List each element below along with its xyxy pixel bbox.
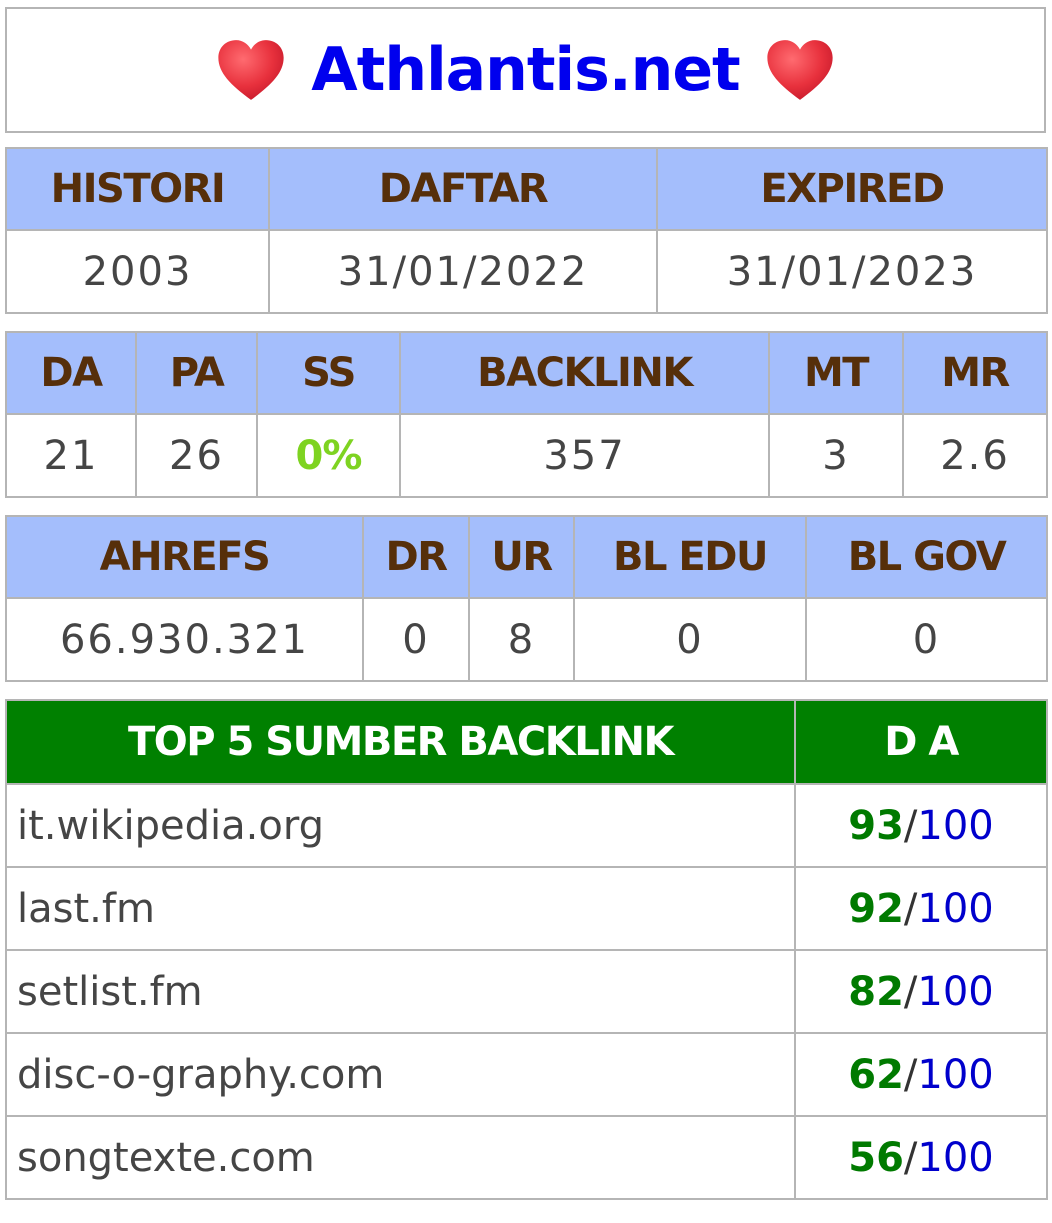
da-score: 92 bbox=[848, 885, 904, 932]
backlink-da: 56/100 bbox=[794, 1115, 1048, 1200]
moz-value-row: 21 26 0% 357 3 2.6 bbox=[5, 413, 1048, 498]
dr-value: 0 bbox=[362, 597, 470, 682]
backlink-header: BACKLINK bbox=[399, 331, 770, 415]
top-backlinks-table: TOP 5 SUMBER BACKLINK D A it.wikipedia.o… bbox=[5, 699, 1048, 1200]
backlink-da: 93/100 bbox=[794, 783, 1048, 868]
daftar-header: DAFTAR bbox=[268, 147, 658, 231]
mt-value: 3 bbox=[768, 413, 904, 498]
moz-metrics-table: DA PA SS BACKLINK MT MR 21 26 0% 357 3 2… bbox=[5, 331, 1048, 498]
backlink-da: 82/100 bbox=[794, 949, 1048, 1034]
da-separator: / bbox=[903, 968, 918, 1015]
domain-info-value-row: 2003 31/01/2022 31/01/2023 bbox=[5, 229, 1048, 314]
ur-value: 8 bbox=[468, 597, 575, 682]
ahrefs-value: 66.930.321 bbox=[5, 597, 364, 682]
mt-header: MT bbox=[768, 331, 904, 415]
da-separator: / bbox=[903, 802, 918, 849]
ss-value: 0% bbox=[256, 413, 401, 498]
table-row: setlist.fm 82/100 bbox=[5, 949, 1048, 1034]
ss-header: SS bbox=[256, 331, 401, 415]
histori-value: 2003 bbox=[5, 229, 270, 314]
da-separator: / bbox=[903, 885, 918, 932]
backlink-domain: songtexte.com bbox=[5, 1115, 796, 1200]
da-max: 100 bbox=[917, 1134, 994, 1181]
da-max: 100 bbox=[917, 802, 994, 849]
bl-gov-value: 0 bbox=[805, 597, 1048, 682]
backlink-domain: disc-o-graphy.com bbox=[5, 1032, 796, 1117]
da-header: DA bbox=[5, 331, 137, 415]
pa-value: 26 bbox=[135, 413, 258, 498]
backlink-value: 357 bbox=[399, 413, 770, 498]
backlink-da: 62/100 bbox=[794, 1032, 1048, 1117]
backlink-domain: last.fm bbox=[5, 866, 796, 951]
mr-header: MR bbox=[902, 331, 1048, 415]
backlink-da: 92/100 bbox=[794, 866, 1048, 951]
domain-info-header-row: HISTORI DAFTAR EXPIRED bbox=[5, 147, 1048, 231]
ahrefs-header-row: AHREFS DR UR BL EDU BL GOV bbox=[5, 515, 1048, 599]
bl-edu-value: 0 bbox=[573, 597, 807, 682]
ahrefs-value-row: 66.930.321 0 8 0 0 bbox=[5, 597, 1048, 682]
table-row: songtexte.com 56/100 bbox=[5, 1115, 1048, 1200]
daftar-value: 31/01/2022 bbox=[268, 229, 658, 314]
ur-header: UR bbox=[468, 515, 575, 599]
da-score: 82 bbox=[848, 968, 904, 1015]
pa-header: PA bbox=[135, 331, 258, 415]
bl-edu-header: BL EDU bbox=[573, 515, 807, 599]
site-title-box: Athlantis.net bbox=[5, 7, 1046, 133]
backlink-domain: setlist.fm bbox=[5, 949, 796, 1034]
da-value: 21 bbox=[5, 413, 137, 498]
top-da-header: D A bbox=[794, 699, 1048, 785]
da-separator: / bbox=[903, 1134, 918, 1181]
heart-icon bbox=[767, 40, 833, 100]
da-score: 93 bbox=[848, 802, 904, 849]
moz-header-row: DA PA SS BACKLINK MT MR bbox=[5, 331, 1048, 415]
heart-icon bbox=[218, 40, 284, 100]
domain-info-table: HISTORI DAFTAR EXPIRED 2003 31/01/2022 3… bbox=[5, 147, 1048, 314]
da-separator: / bbox=[903, 1051, 918, 1098]
table-row: it.wikipedia.org 93/100 bbox=[5, 783, 1048, 868]
da-max: 100 bbox=[917, 1051, 994, 1098]
table-row: disc-o-graphy.com 62/100 bbox=[5, 1032, 1048, 1117]
ahrefs-metrics-table: AHREFS DR UR BL EDU BL GOV 66.930.321 0 … bbox=[5, 515, 1048, 682]
backlink-domain: it.wikipedia.org bbox=[5, 783, 796, 868]
da-score: 62 bbox=[848, 1051, 904, 1098]
da-max: 100 bbox=[917, 968, 994, 1015]
top-backlinks-header-row: TOP 5 SUMBER BACKLINK D A bbox=[5, 699, 1048, 785]
da-score: 56 bbox=[848, 1134, 904, 1181]
ahrefs-header: AHREFS bbox=[5, 515, 364, 599]
table-row: last.fm 92/100 bbox=[5, 866, 1048, 951]
da-max: 100 bbox=[917, 885, 994, 932]
mr-value: 2.6 bbox=[902, 413, 1048, 498]
bl-gov-header: BL GOV bbox=[805, 515, 1048, 599]
dr-header: DR bbox=[362, 515, 470, 599]
expired-value: 31/01/2023 bbox=[656, 229, 1048, 314]
histori-header: HISTORI bbox=[5, 147, 270, 231]
top-source-header: TOP 5 SUMBER BACKLINK bbox=[5, 699, 796, 785]
expired-header: EXPIRED bbox=[656, 147, 1048, 231]
site-title-link[interactable]: Athlantis.net bbox=[311, 40, 740, 100]
